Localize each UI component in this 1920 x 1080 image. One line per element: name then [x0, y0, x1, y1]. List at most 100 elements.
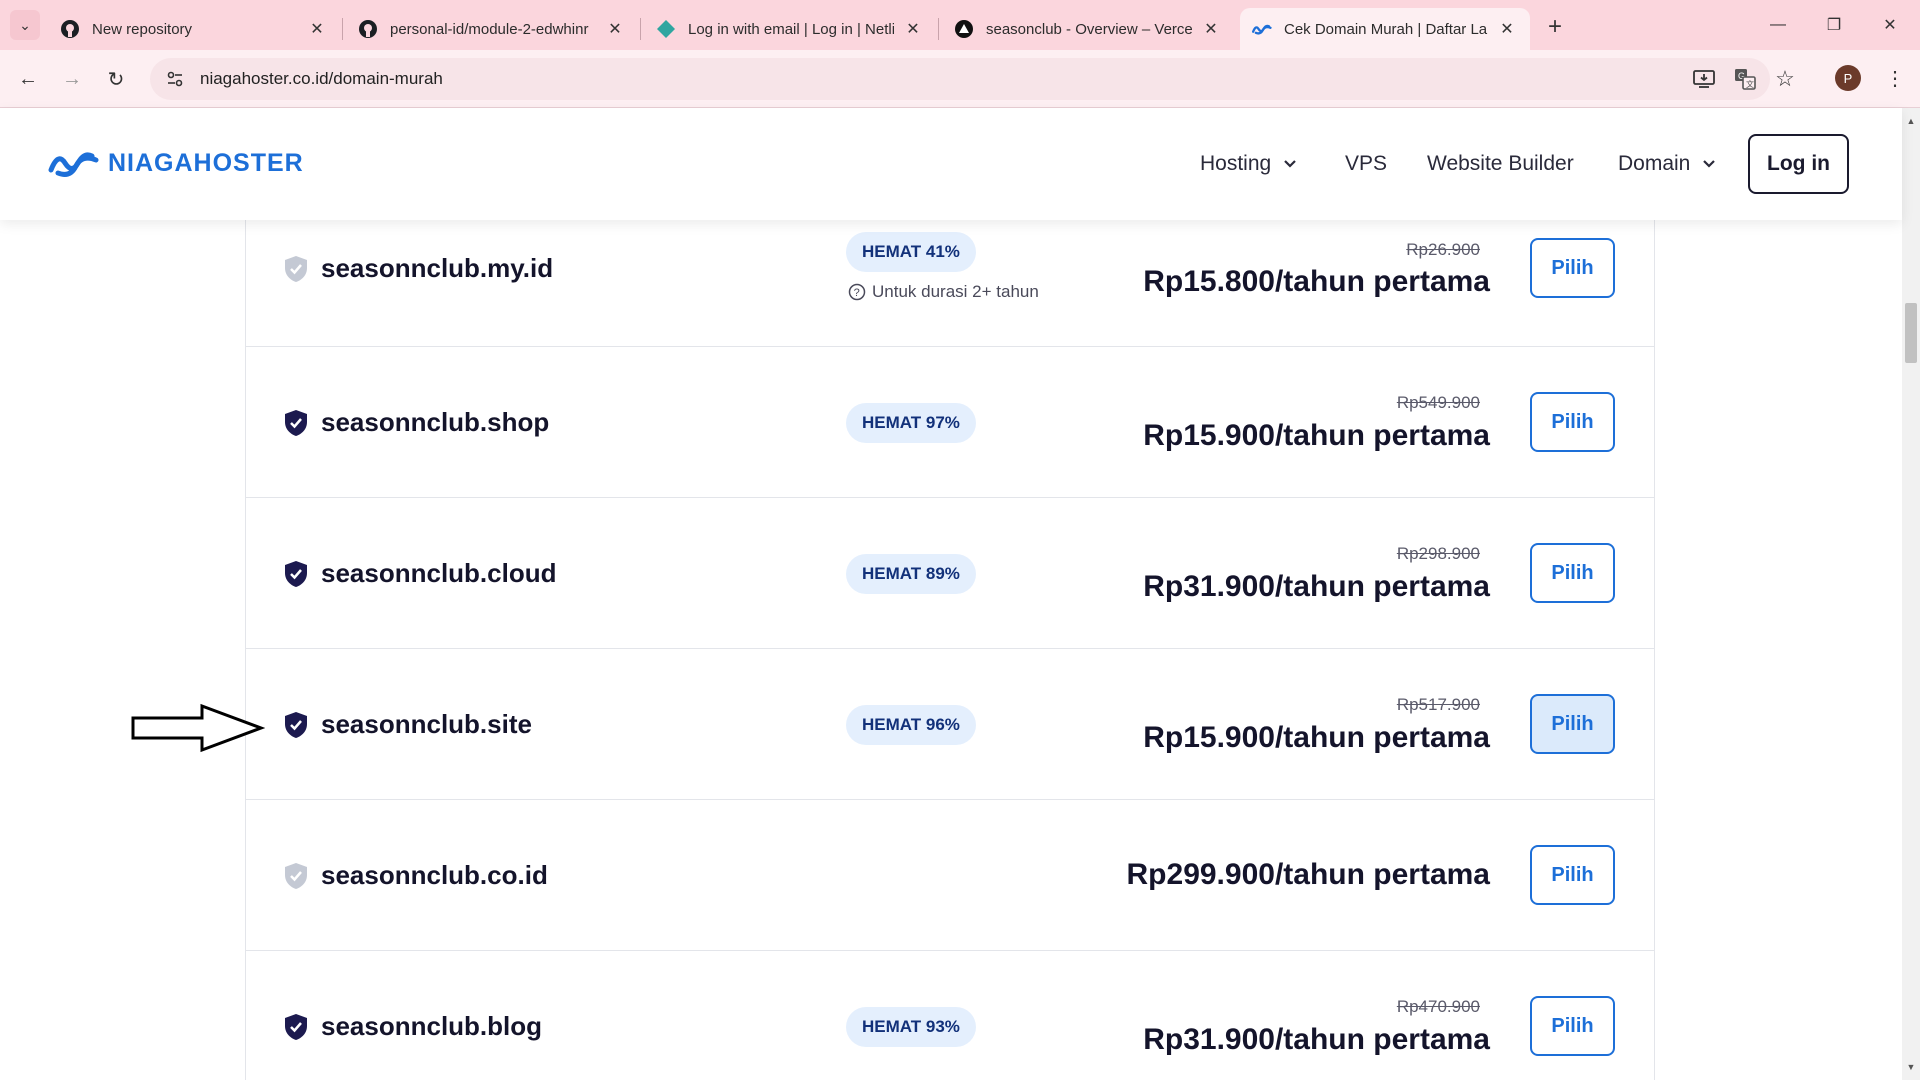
tab-divider [938, 18, 939, 40]
shield-check-icon [285, 561, 307, 587]
select-domain-button[interactable]: Pilih [1530, 694, 1615, 754]
window-close-icon[interactable]: ✕ [1868, 10, 1912, 40]
domain-name: seasonnclub.blog [321, 1011, 543, 1041]
duration-note-text: Untuk durasi 2+ tahun [872, 282, 1039, 301]
original-price: Rp298.900 [1396, 544, 1480, 563]
first-year-price: Rp15.900/tahun pertama [1143, 721, 1490, 754]
discount-badge: HEMAT 97% [846, 403, 976, 443]
nav-hosting[interactable]: Hosting [1200, 152, 1297, 176]
domain-result-row: seasonnclub.cloud HEMAT 89% Rp298.900 Rp… [246, 498, 1654, 649]
domain-name: seasonnclub.shop [321, 407, 550, 437]
niagahoster-logo[interactable]: NIAGAHOSTER [48, 148, 304, 178]
restore-icon[interactable]: ❐ [1812, 10, 1856, 40]
first-year-price: Rp31.900/tahun pertama [1143, 1023, 1490, 1056]
discount-badge: HEMAT 96% [846, 705, 976, 745]
domain-result-row: seasonnclub.blog HEMAT 93% Rp470.900 Rp3… [246, 951, 1654, 1080]
shield-check-icon [285, 863, 307, 889]
tab-title: Log in with email | Log in | Netlify [688, 20, 894, 38]
question-circle-icon[interactable]: ? [848, 283, 866, 301]
close-icon[interactable]: ✕ [1200, 18, 1222, 40]
nav-vps[interactable]: VPS [1345, 152, 1387, 176]
github-icon [60, 19, 80, 39]
original-price: Rp470.900 [1396, 997, 1480, 1016]
original-price: Rp517.900 [1396, 695, 1480, 714]
install-app-icon[interactable] [1692, 67, 1716, 91]
discount-badge: HEMAT 89% [846, 554, 976, 594]
domain-name: seasonnclub.my.id [321, 253, 554, 283]
scroll-down-arrow-icon[interactable]: ▼ [1902, 1060, 1920, 1074]
original-price: Rp549.900 [1396, 393, 1480, 412]
close-icon[interactable]: ✕ [306, 18, 328, 40]
domain-name: seasonnclub.site [321, 709, 532, 739]
tab-title: New repository [92, 20, 193, 38]
page-scrollbar[interactable]: ▲ ▼ [1902, 108, 1920, 1080]
back-arrow-icon[interactable]: ← [12, 63, 44, 95]
domain-result-row: seasonnclub.my.id HEMAT 41% ? Untuk dura… [246, 220, 1654, 347]
tab-personal-id[interactable]: personal-id/module-2-edwhinr ✕ [346, 8, 638, 50]
browser-menu-icon[interactable]: ⋮ [1880, 63, 1910, 93]
domain-result-row: seasonnclub.shop HEMAT 97% Rp549.900 Rp1… [246, 347, 1654, 498]
address-toolbar: ← → ↻ niagahoster.co.id/domain-murah G文 … [0, 50, 1920, 108]
annotation-arrow-icon [131, 703, 265, 753]
profile-avatar[interactable]: P [1835, 65, 1861, 91]
browser-tab-strip: ⌄ New repository ✕ personal-id/module-2-… [0, 0, 1920, 50]
discount-badge: HEMAT 41% [846, 232, 976, 272]
nav-website-builder[interactable]: Website Builder [1427, 152, 1574, 176]
shield-check-icon [285, 1014, 307, 1040]
chevron-down-icon [1284, 160, 1296, 168]
select-domain-button[interactable]: Pilih [1530, 543, 1615, 603]
tab-divider [640, 18, 641, 40]
tab-new-repository[interactable]: New repository ✕ [48, 8, 340, 50]
svg-text:文: 文 [1746, 79, 1754, 89]
domain-result-row: seasonnclub.site HEMAT 96% Rp517.900 Rp1… [246, 649, 1654, 800]
select-domain-button[interactable]: Pilih [1530, 392, 1615, 452]
new-tab-plus-icon[interactable]: + [1540, 12, 1570, 42]
discount-badge: HEMAT 93% [846, 1007, 976, 1047]
svg-text:?: ? [854, 287, 860, 299]
tab-title: seasonclub - Overview – Vercel [986, 20, 1192, 38]
first-year-price: Rp31.900/tahun pertama [1143, 570, 1490, 603]
select-domain-button[interactable]: Pilih [1530, 996, 1615, 1056]
tab-cek-domain-murah[interactable]: Cek Domain Murah | Daftar Lang ✕ [1240, 8, 1530, 50]
tab-netlify-login[interactable]: Log in with email | Log in | Netlify ✕ [644, 8, 936, 50]
tab-vercel-overview[interactable]: seasonclub - Overview – Vercel ✕ [942, 8, 1234, 50]
login-button[interactable]: Log in [1748, 134, 1849, 194]
first-year-price: Rp15.900/tahun pertama [1143, 419, 1490, 452]
site-settings-icon[interactable] [164, 68, 186, 90]
address-bar[interactable]: niagahoster.co.id/domain-murah [150, 58, 1770, 100]
nav-hosting-label: Hosting [1200, 152, 1272, 175]
shield-check-icon [285, 256, 307, 282]
github-icon [358, 19, 378, 39]
select-domain-button[interactable]: Pilih [1530, 845, 1615, 905]
forward-arrow-icon[interactable]: → [56, 63, 88, 95]
domain-results-list: seasonnclub.my.id HEMAT 41% ? Untuk dura… [245, 220, 1655, 1080]
tab-title: personal-id/module-2-edwhinr [390, 20, 589, 38]
domain-result-row: seasonnclub.co.id Rp299.900/tahun pertam… [246, 800, 1654, 951]
nav-website-builder-label: Website Builder [1427, 152, 1574, 175]
tab-search-chevron-icon[interactable]: ⌄ [10, 10, 40, 40]
nav-domain-label: Domain [1618, 152, 1691, 175]
minimize-icon[interactable]: — [1756, 10, 1800, 40]
translate-icon[interactable]: G文 [1733, 67, 1757, 91]
reload-icon[interactable]: ↻ [100, 63, 132, 95]
vercel-icon [954, 19, 974, 39]
chevron-down-icon [1703, 160, 1716, 168]
nav-vps-label: VPS [1345, 152, 1388, 175]
close-icon[interactable]: ✕ [1496, 18, 1518, 40]
scrollbar-thumb[interactable] [1905, 303, 1917, 363]
first-year-price: Rp15.800/tahun pertama [1143, 265, 1490, 298]
close-icon[interactable]: ✕ [604, 18, 626, 40]
select-domain-button[interactable]: Pilih [1530, 238, 1615, 298]
close-icon[interactable]: ✕ [902, 18, 924, 40]
tab-divider [342, 18, 343, 40]
bookmark-star-icon[interactable]: ☆ [1773, 66, 1797, 91]
original-price: Rp26.900 [1406, 240, 1480, 259]
first-year-price: Rp299.900/tahun pertama [1126, 858, 1490, 891]
scroll-up-arrow-icon[interactable]: ▲ [1902, 114, 1920, 128]
nav-domain[interactable]: Domain [1618, 152, 1716, 176]
url-text: niagahoster.co.id/domain-murah [200, 69, 443, 88]
domain-name: seasonnclub.cloud [321, 558, 557, 588]
niagahoster-logo-icon [48, 152, 99, 177]
shield-check-icon [285, 410, 307, 436]
logo-text: NIAGAHOSTER [108, 148, 304, 177]
